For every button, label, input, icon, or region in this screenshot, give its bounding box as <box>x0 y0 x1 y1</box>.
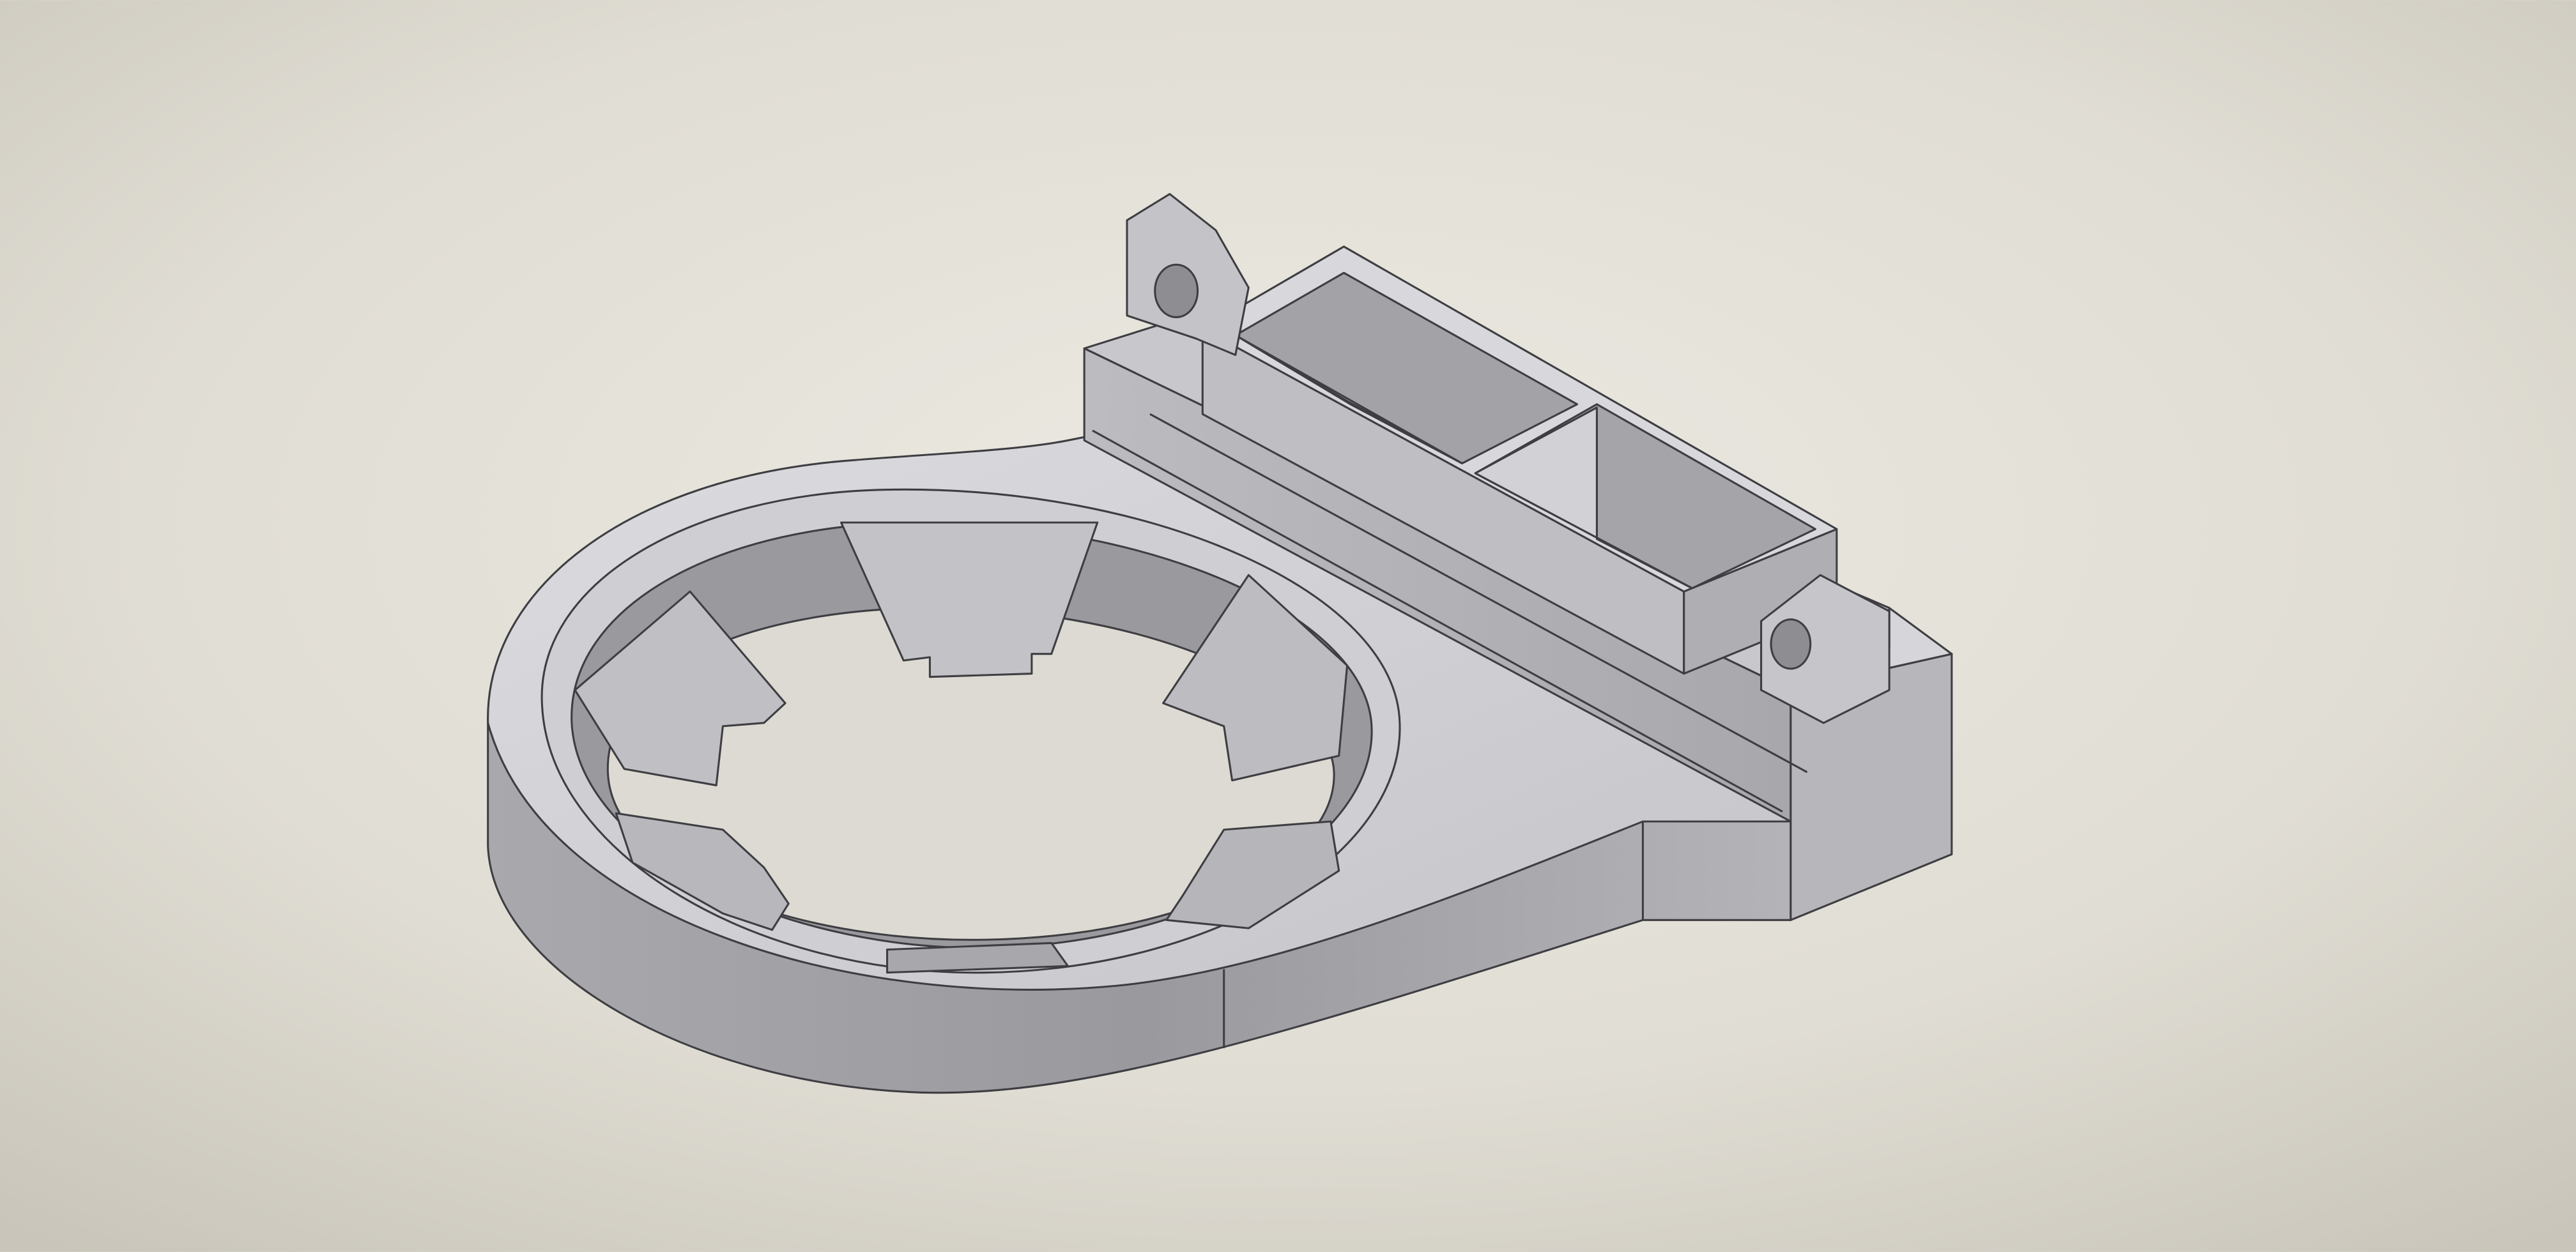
mount-hole-right <box>1770 618 1812 670</box>
cad-viewport <box>0 0 2576 1252</box>
cad-render-svg <box>0 0 2576 1252</box>
mount-hole-left <box>1154 263 1199 319</box>
